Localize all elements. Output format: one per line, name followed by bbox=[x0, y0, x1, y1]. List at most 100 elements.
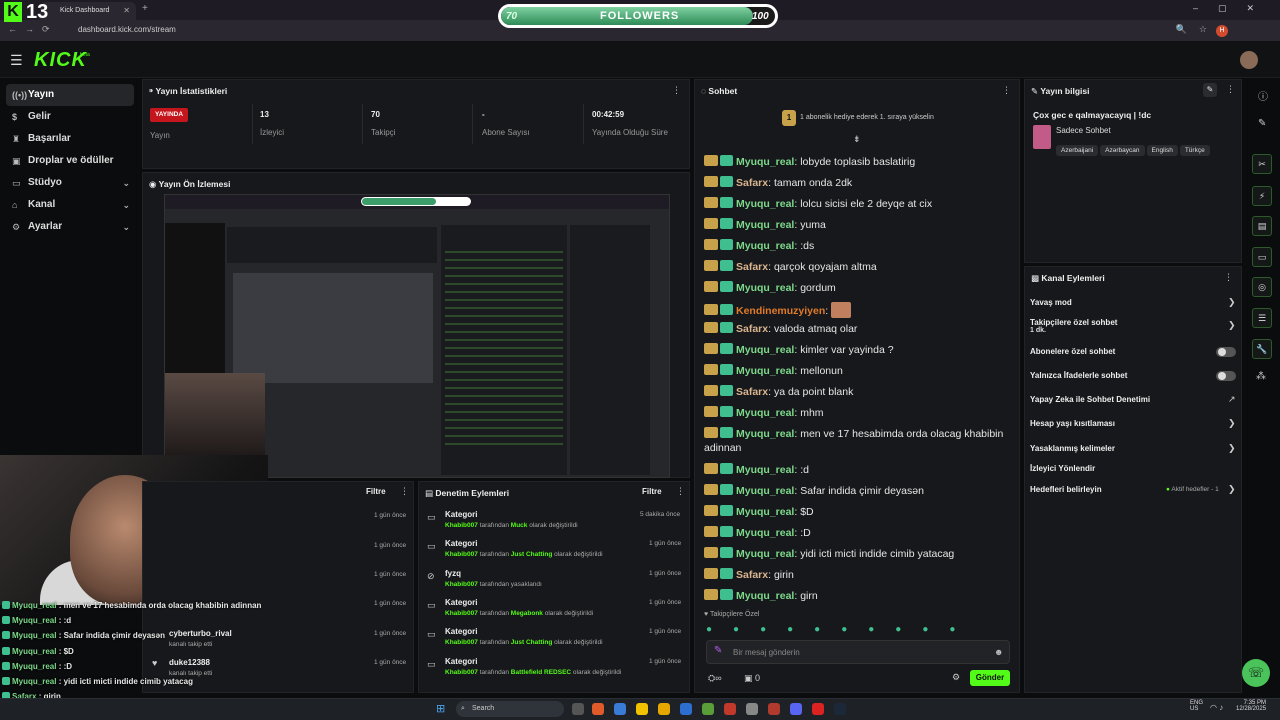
chat-message[interactable]: Safarx: tamam onda 2dk bbox=[704, 176, 852, 189]
chat-message[interactable]: Myuqu_real: lobyde toplasib baslatirig bbox=[704, 155, 915, 168]
info-icon[interactable]: ⓘ bbox=[1258, 88, 1268, 103]
sub-badge-icon bbox=[720, 526, 733, 537]
chat-message[interactable]: Safarx: girin bbox=[704, 568, 794, 581]
rail-bolt-icon[interactable]: ⚡ bbox=[1252, 186, 1272, 206]
taskview-icon[interactable] bbox=[572, 703, 584, 715]
rail-broadcast-icon[interactable]: ◎ bbox=[1252, 277, 1272, 297]
close-tab-icon[interactable]: ✕ bbox=[123, 2, 130, 20]
language-indicator[interactable]: ENG US bbox=[1190, 700, 1203, 712]
points-count[interactable]: ▣ 0 bbox=[744, 673, 760, 684]
followers-goal-min: 70 bbox=[506, 11, 518, 22]
discord-icon[interactable] bbox=[790, 703, 802, 715]
support-icon[interactable]: ☏ bbox=[1242, 659, 1270, 687]
channel-action-item[interactable]: Takipçilere özel sohbet bbox=[1030, 318, 1117, 327]
channel-action-item[interactable]: Hesap yaşı kısıtlaması bbox=[1030, 419, 1115, 428]
points-infinity[interactable]: ⛭∞ bbox=[708, 673, 722, 684]
clock[interactable]: 7:35 PM 12/28/2025 bbox=[1236, 700, 1266, 712]
channel-action-item[interactable]: İzleyici Yönlendir bbox=[1030, 464, 1095, 473]
mic-icon[interactable]: ✎ bbox=[714, 645, 722, 656]
file-explorer-icon[interactable] bbox=[636, 703, 648, 715]
chrome-icon[interactable] bbox=[658, 703, 670, 715]
chat-message[interactable]: Myuqu_real: yuma bbox=[704, 218, 826, 231]
windows-start-icon[interactable]: ⊞ bbox=[436, 702, 445, 715]
more-icon[interactable]: ⋮ bbox=[672, 85, 681, 96]
chat-message[interactable]: Safarx: qarçok qoyajam altma bbox=[704, 260, 877, 273]
app-icon[interactable] bbox=[812, 703, 824, 715]
rail-doc-icon[interactable]: ▤ bbox=[1252, 216, 1272, 236]
collapse-icon[interactable]: ⇟ bbox=[853, 134, 861, 145]
more-icon[interactable]: ⋮ bbox=[1224, 272, 1233, 283]
send-button[interactable]: Gönder bbox=[970, 670, 1010, 686]
app-icon[interactable] bbox=[680, 703, 692, 715]
more-icon[interactable]: ⋮ bbox=[1002, 85, 1011, 96]
pencil-icon[interactable]: ✎ bbox=[1258, 118, 1266, 129]
app-icon[interactable] bbox=[746, 703, 758, 715]
channel-action-item[interactable]: Yapay Zeka ile Sohbet Denetimi bbox=[1030, 395, 1150, 404]
menu-icon[interactable]: ☰ bbox=[10, 52, 23, 69]
edit-icon[interactable]: ✎ bbox=[1203, 83, 1217, 97]
emoji-icon[interactable]: ☻ bbox=[994, 647, 1003, 657]
chat-message[interactable]: Myuqu_real: gordum bbox=[704, 281, 836, 294]
browser-tab[interactable]: Kick Dashboard ✕ bbox=[40, 2, 136, 20]
steam-icon[interactable] bbox=[834, 703, 846, 715]
nav-buttons[interactable]: ←→⟳ bbox=[8, 24, 58, 35]
sidebar-item-droplar[interactable]: ▣ Droplar ve ödüller bbox=[6, 150, 134, 172]
app-icon[interactable] bbox=[724, 703, 736, 715]
sidebar-item-basarilar[interactable]: ♜ Başarılar bbox=[6, 128, 134, 150]
channel-action-item[interactable]: Hedefleri belirleyin bbox=[1030, 485, 1102, 494]
more-icon[interactable]: ⋮ bbox=[400, 486, 409, 497]
sidebar-item-kanal[interactable]: ⌂ Kanal ⌄ bbox=[6, 194, 134, 216]
more-icon[interactable]: ⋮ bbox=[1226, 84, 1235, 95]
sidebar-item-studyo[interactable]: ▭ Stüdyo ⌄ bbox=[6, 172, 134, 194]
app-icon[interactable] bbox=[702, 703, 714, 715]
app-icon[interactable] bbox=[614, 703, 626, 715]
opera-icon[interactable] bbox=[768, 703, 780, 715]
rail-wrench-icon[interactable]: 🔧 bbox=[1252, 339, 1272, 359]
chat-message[interactable]: Safarx: ya da point blank bbox=[704, 385, 853, 398]
system-tray-icons[interactable]: ◠ ♪ bbox=[1210, 703, 1223, 712]
sidebar-item-gelir[interactable]: $ Gelir bbox=[6, 106, 134, 128]
channel-action-item[interactable]: Yalnızca İfadelerle sohbet bbox=[1030, 371, 1127, 380]
chat-message[interactable]: Myuqu_real: mhm bbox=[704, 406, 824, 419]
moderation-filter-button[interactable]: Filtre bbox=[642, 487, 662, 496]
chat-message[interactable]: Myuqu_real: $D bbox=[704, 505, 814, 518]
taskbar-search[interactable]: ⌕ Search bbox=[456, 701, 564, 717]
chat-message[interactable]: Myuqu_real: men ve 17 hesabimda orda ola… bbox=[704, 427, 1003, 440]
channel-action-item[interactable]: Abonelere özel sohbet bbox=[1030, 347, 1115, 356]
rail-clip-icon[interactable]: ✂ bbox=[1252, 154, 1272, 174]
chat-message[interactable]: Myuqu_real: mellonun bbox=[704, 364, 843, 377]
kick-logo[interactable]: KICK bbox=[34, 49, 87, 72]
profile-avatar[interactable]: H bbox=[1216, 25, 1228, 37]
toggle-switch[interactable] bbox=[1216, 347, 1236, 357]
chat-message[interactable]: Myuqu_real: girn bbox=[704, 589, 818, 602]
chat-message[interactable]: Myuqu_real: :ds bbox=[704, 239, 814, 252]
browser-toolbar-icons[interactable]: 🔍☆⋮ bbox=[1176, 24, 1240, 35]
rail-list-icon[interactable]: ☰ bbox=[1252, 308, 1272, 328]
more-icon[interactable]: ⋮ bbox=[676, 486, 685, 497]
shapes-icon[interactable]: ⁂ bbox=[1256, 371, 1266, 382]
new-tab-icon[interactable]: + bbox=[142, 3, 148, 14]
crown-badge-icon bbox=[704, 406, 718, 417]
chat-message[interactable]: Myuqu_real: Safar indida çimir deyasən bbox=[704, 484, 924, 497]
chat-message[interactable]: Myuqu_real: lolcu sicisi ele 2 deyqe at … bbox=[704, 197, 932, 210]
chat-message[interactable]: Myuqu_real: yidi icti micti indide cimib… bbox=[704, 547, 954, 560]
rail-chat-icon[interactable]: ▭ bbox=[1252, 247, 1272, 267]
toggle-switch[interactable] bbox=[1216, 371, 1236, 381]
activity-filter-button[interactable]: Filtre bbox=[366, 487, 386, 496]
channel-action-item[interactable]: Yavaş mod bbox=[1030, 298, 1072, 307]
stream-preview-video[interactable] bbox=[164, 194, 670, 478]
url-field[interactable]: dashboard.kick.com/stream bbox=[78, 25, 176, 34]
sidebar-item-ayarlar[interactable]: ⚙ Ayarlar ⌄ bbox=[6, 216, 134, 238]
sidebar-item-yayin[interactable]: ((•)) Yayın bbox=[6, 84, 134, 106]
window-controls[interactable]: –▢✕ bbox=[1193, 3, 1274, 14]
user-avatar[interactable] bbox=[1240, 51, 1258, 69]
chat-message[interactable]: Myuqu_real: :D bbox=[704, 526, 811, 539]
chat-message[interactable]: Myuqu_real: kimler var yayinda ? bbox=[704, 343, 894, 356]
emote-bar[interactable]: ●●●●●●●●●● bbox=[706, 624, 976, 635]
channel-action-item[interactable]: Yasaklanmış kelimeler bbox=[1030, 444, 1115, 453]
chat-message[interactable]: Kendinemuzyiyen: bbox=[704, 302, 852, 318]
chat-message[interactable]: Myuqu_real: :d bbox=[704, 463, 809, 476]
chat-settings-icon[interactable]: ⚙ bbox=[952, 672, 960, 683]
app-icon[interactable] bbox=[592, 703, 604, 715]
chat-message[interactable]: Safarx: valoda atmaq olar bbox=[704, 322, 857, 335]
